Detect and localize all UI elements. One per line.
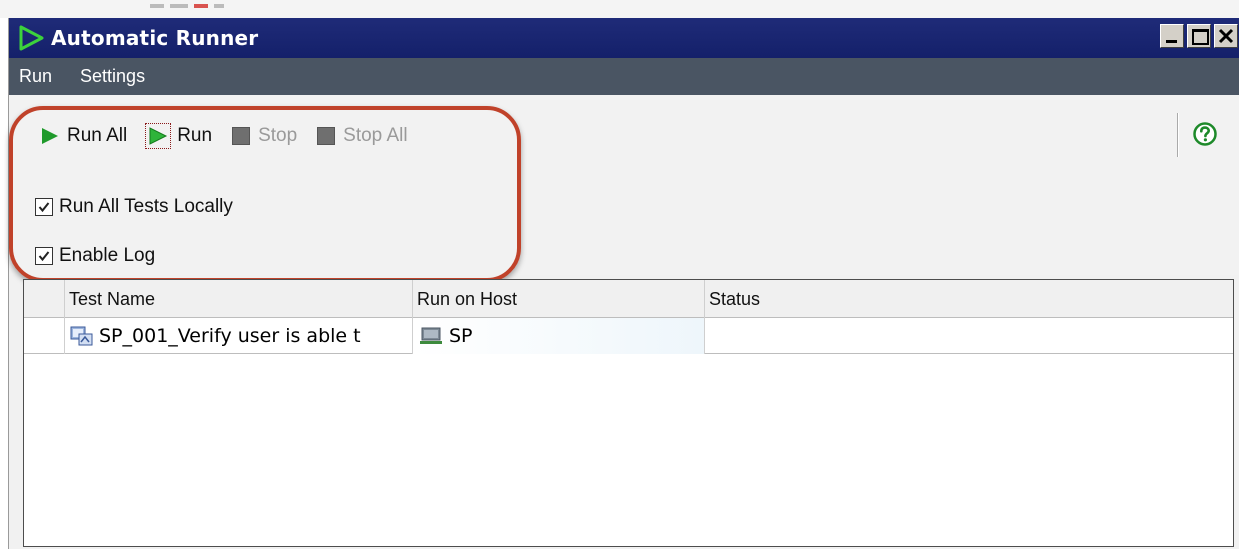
host-cell[interactable]: SP — [412, 318, 704, 354]
close-icon[interactable] — [1214, 24, 1238, 48]
row-selector[interactable] — [24, 318, 64, 354]
test-script-icon — [69, 325, 95, 347]
background-strip — [0, 0, 1239, 18]
window-title: Automatic Runner — [51, 26, 259, 50]
automatic-runner-window: Automatic Runner Run Settings Run All Ru… — [8, 18, 1239, 549]
minimize-icon[interactable] — [1160, 24, 1184, 48]
maximize-icon[interactable] — [1187, 24, 1211, 48]
toolbar-separator — [1177, 113, 1179, 157]
column-header-run-on-host[interactable]: Run on Host — [412, 280, 704, 318]
row-selector-header — [24, 280, 64, 318]
menu-run[interactable]: Run — [19, 66, 52, 87]
table-row[interactable]: SP_001_Verify user is able t SP — [24, 318, 1233, 354]
app-play-icon — [19, 25, 44, 51]
help-icon[interactable] — [1192, 121, 1218, 147]
column-header-test-name[interactable]: Test Name — [64, 280, 412, 318]
menu-bar: Run Settings — [9, 58, 1239, 95]
menu-settings[interactable]: Settings — [80, 66, 145, 87]
highlight-annotation — [9, 106, 521, 282]
background-marks — [150, 4, 240, 10]
column-header-status[interactable]: Status — [704, 280, 1233, 318]
table-header: Test Name Run on Host Status — [24, 280, 1233, 318]
test-name-cell[interactable]: SP_001_Verify user is able t — [64, 318, 412, 354]
test-name-text: SP_001_Verify user is able t — [99, 325, 361, 347]
computer-icon — [419, 325, 445, 347]
title-bar[interactable]: Automatic Runner — [9, 18, 1239, 58]
tests-table: Test Name Run on Host Status SP_001_Veri… — [23, 279, 1234, 547]
status-cell — [704, 318, 1233, 354]
host-text: SP — [449, 325, 473, 347]
window-controls — [1160, 24, 1238, 48]
